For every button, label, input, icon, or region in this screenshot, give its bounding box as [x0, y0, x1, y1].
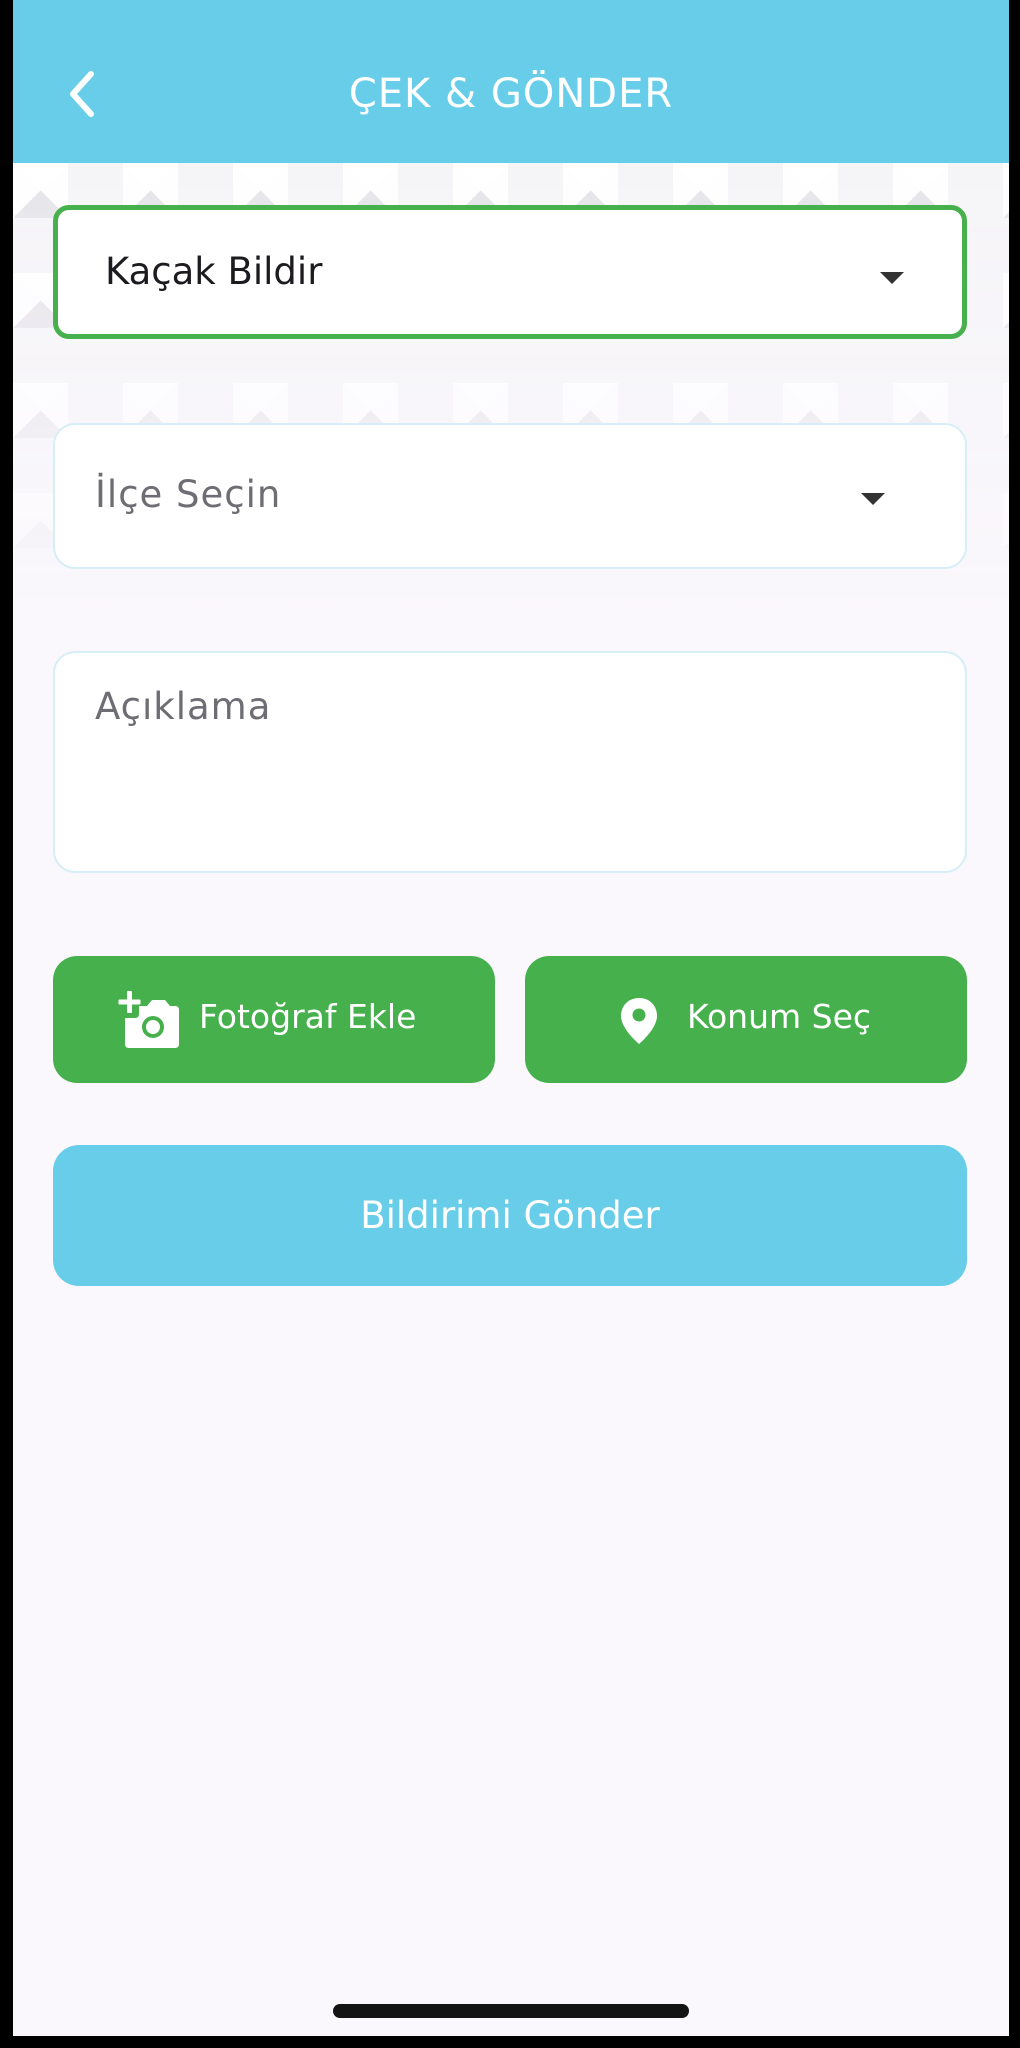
page-title: ÇEK & GÖNDER [348, 71, 674, 117]
district-placeholder: İlçe Seçin [95, 473, 282, 516]
select-location-button[interactable]: Konum Seç [525, 956, 967, 1083]
home-indicator [333, 2004, 689, 2018]
add-camera-icon [117, 990, 181, 1054]
description-input[interactable]: Açıklama [53, 651, 967, 873]
district-dropdown[interactable]: İlçe Seçin [53, 423, 967, 569]
add-photo-label: Fotoğraf Ekle [199, 997, 417, 1036]
dropdown-arrow-icon [861, 493, 885, 505]
report-type-dropdown[interactable]: Kaçak Bildir [53, 205, 967, 339]
app-screen: ÇEK & GÖNDER Kaçak Bildir İlçe Seçin Açı… [13, 0, 1009, 2036]
report-type-value: Kaçak Bildir [105, 250, 323, 293]
app-header: ÇEK & GÖNDER [13, 0, 1009, 163]
location-pin-icon [619, 996, 659, 1050]
dropdown-arrow-icon [880, 272, 904, 284]
add-photo-button[interactable]: Fotoğraf Ekle [53, 956, 495, 1083]
description-placeholder: Açıklama [95, 685, 272, 728]
submit-report-label: Bildirimi Gönder [360, 1194, 660, 1237]
select-location-label: Konum Seç [687, 997, 872, 1036]
submit-report-button[interactable]: Bildirimi Gönder [53, 1145, 967, 1286]
